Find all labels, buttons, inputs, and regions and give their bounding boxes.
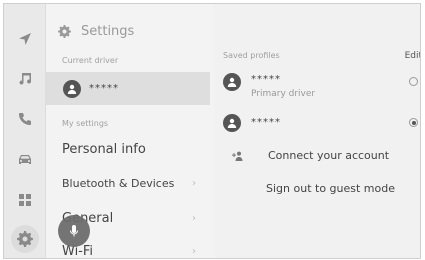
profile-info: ***** — [251, 114, 281, 132]
avatar — [223, 114, 241, 132]
settings-header: Settings — [58, 24, 134, 39]
nav-rail — [4, 4, 46, 258]
person-icon — [227, 118, 237, 128]
profile-name: ***** — [251, 117, 281, 128]
menu-item-personal-info[interactable]: Personal info — [46, 133, 210, 165]
infotainment-screen: Settings Current driver ***** My setting… — [3, 3, 421, 259]
sign-out-guest-button[interactable]: Sign out to guest mode — [266, 182, 395, 195]
profile-radio-selected[interactable] — [409, 118, 418, 127]
profile-name: ***** — [251, 74, 281, 85]
profiles-panel: Saved profiles Edit ***** Primary driver… — [214, 4, 420, 258]
connect-account-label: Connect your account — [268, 149, 390, 162]
microphone-icon — [69, 225, 79, 237]
music-icon — [19, 73, 32, 85]
edit-button[interactable]: Edit — [405, 51, 420, 61]
avatar — [63, 79, 81, 98]
menu-item-label: Bluetooth & Devices — [62, 176, 175, 190]
add-person-icon — [232, 151, 243, 161]
phone-icon — [19, 113, 31, 125]
chevron-right-icon: › — [192, 212, 196, 224]
avatar — [223, 73, 241, 91]
page-title: Settings — [81, 24, 135, 39]
voice-assistant-button[interactable] — [58, 215, 90, 247]
settings-gear-icon — [17, 231, 33, 247]
profile-radio[interactable] — [409, 77, 418, 86]
menu-item-bluetooth-devices[interactable]: Bluetooth & Devices › — [46, 167, 210, 199]
profile-subtitle: Primary driver — [251, 89, 316, 99]
settings-panel: Settings Current driver ***** My setting… — [46, 4, 214, 258]
my-settings-label: My settings — [62, 119, 109, 128]
navigation-button[interactable] — [11, 25, 39, 53]
music-button[interactable] — [11, 64, 39, 92]
profile-row[interactable]: ***** — [214, 114, 420, 132]
car-icon — [19, 155, 31, 164]
connect-account-button[interactable]: Connect your account — [232, 149, 389, 162]
person-icon — [67, 84, 77, 94]
apps-grid-icon — [19, 194, 31, 206]
vehicle-button[interactable] — [11, 145, 39, 173]
phone-button[interactable] — [11, 105, 39, 133]
profile-row[interactable]: ***** Primary driver — [214, 73, 420, 99]
settings-gear-icon — [58, 25, 71, 38]
current-driver-label: Current driver — [62, 56, 119, 65]
person-icon — [227, 77, 237, 87]
navigation-icon — [19, 33, 31, 45]
profile-info: ***** Primary driver — [251, 73, 315, 99]
chevron-right-icon: › — [192, 245, 196, 257]
current-driver-name: ***** — [89, 83, 119, 94]
menu-item-label: Personal info — [62, 141, 146, 157]
chevron-right-icon: › — [192, 177, 196, 189]
current-driver-row[interactable]: ***** — [46, 72, 210, 105]
settings-button[interactable] — [11, 225, 39, 253]
saved-profiles-label: Saved profiles — [223, 51, 280, 60]
apps-button[interactable] — [11, 186, 39, 214]
